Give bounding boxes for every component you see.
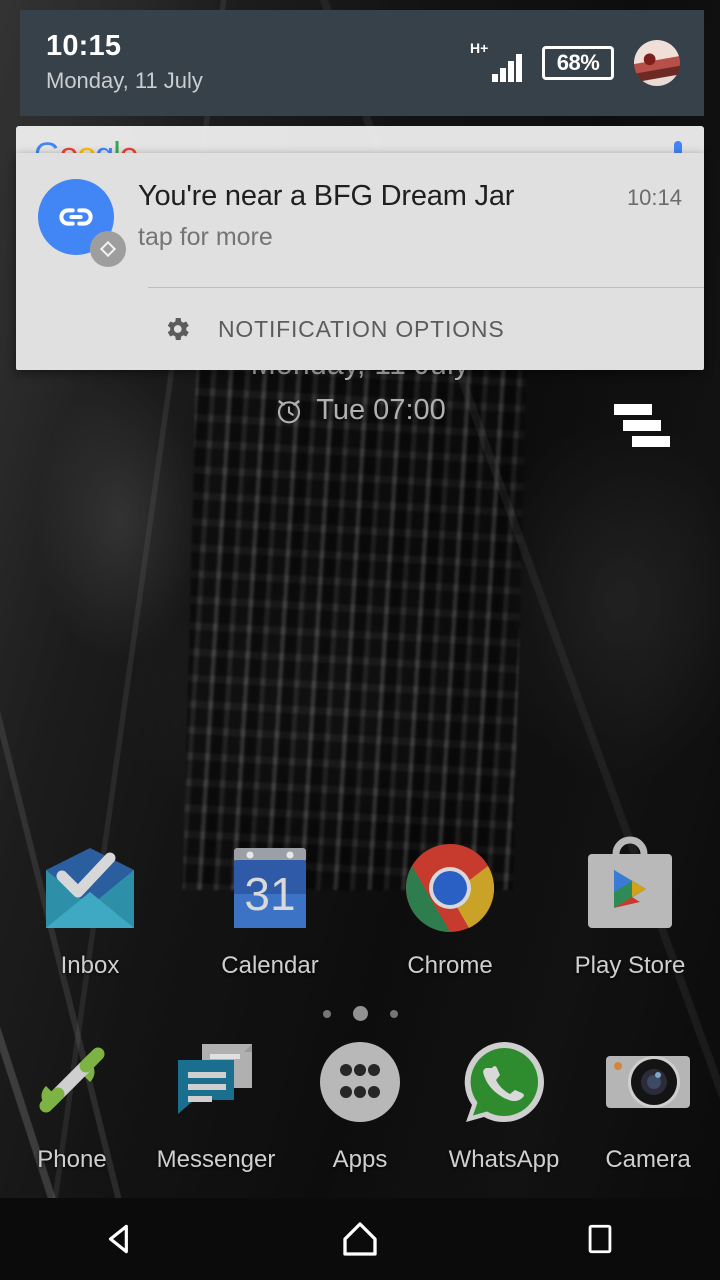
app-label: WhatsApp [448, 1146, 560, 1173]
notification-title-row: You're near a BFG Dream Jar 10:14 [138, 181, 682, 213]
calendar-day-number: 31 [244, 868, 295, 920]
app-label: Inbox [60, 952, 120, 979]
back-triangle-icon[interactable] [60, 1198, 180, 1280]
header-clock-group: 10:15 Monday, 11 July [46, 30, 203, 96]
network-type-label: H+ [470, 40, 489, 56]
android-home-screen: Google Monday, 11 July Tue 07:00 10:15 M… [0, 0, 720, 1280]
status-date: Monday, 11 July [46, 68, 203, 94]
app-inbox[interactable]: Inbox [0, 836, 180, 980]
status-header-bar: 10:15 Monday, 11 July H+ 68% [20, 10, 704, 116]
page-dot[interactable] [322, 1009, 331, 1018]
signal-strength-bars [492, 54, 522, 82]
app-label: Play Store [574, 952, 686, 979]
battery-percent-label: 68% [556, 50, 600, 75]
app-play-store[interactable]: Play Store [540, 836, 720, 980]
app-phone[interactable]: Phone [0, 1030, 144, 1174]
notification-card[interactable]: You're near a BFG Dream Jar 10:14 tap fo… [16, 153, 704, 370]
recents-square-icon[interactable] [540, 1198, 660, 1280]
home-app-row-1: Inbox 31 Calendar Chrome Play Store [0, 836, 720, 980]
app-calendar[interactable]: 31 Calendar [180, 836, 360, 980]
app-label: Messenger [156, 1146, 276, 1173]
app-label: Phone [37, 1146, 107, 1173]
page-dot-active[interactable] [352, 1006, 368, 1021]
navigation-bar [0, 1198, 720, 1280]
status-icons-group: H+ 68% [470, 40, 680, 86]
chrome-app-icon [398, 836, 502, 940]
diamond-badge-icon [90, 231, 126, 267]
app-whatsapp[interactable]: WhatsApp [432, 1030, 576, 1174]
app-label: Calendar [221, 952, 319, 979]
all-apps-icon [308, 1030, 412, 1134]
notification-options-label: NOTIFICATION OPTIONS [218, 315, 505, 342]
notification-timestamp: 10:14 [626, 185, 682, 210]
app-label: Camera [605, 1146, 691, 1173]
camera-app-icon [596, 1030, 700, 1134]
messenger-app-icon [164, 1030, 268, 1134]
notification-title: You're near a BFG Dream Jar [138, 181, 515, 212]
phone-app-icon [20, 1030, 124, 1134]
calendar-app-icon: 31 [218, 836, 322, 940]
home-dock-row: Phone Messenger Apps WhatsApp Camera [0, 1030, 720, 1174]
app-label: Apps [332, 1146, 388, 1173]
notification-text-group: You're near a BFG Dream Jar 10:14 tap fo… [128, 179, 682, 255]
app-label: Chrome [407, 952, 493, 979]
whatsapp-app-icon [452, 1030, 556, 1134]
notification-content[interactable]: You're near a BFG Dream Jar 10:14 tap fo… [16, 153, 704, 267]
page-indicator [0, 1006, 720, 1021]
signal-bars-icon: H+ [470, 40, 522, 84]
app-messenger[interactable]: Messenger [144, 1030, 288, 1174]
home-icon[interactable] [300, 1198, 420, 1280]
page-dot[interactable] [389, 1009, 398, 1018]
notification-subtitle: tap for more [138, 222, 273, 251]
gear-icon [167, 318, 189, 340]
status-time: 10:15 [46, 30, 122, 63]
notification-icon-group [38, 179, 128, 267]
app-all-apps[interactable]: Apps [288, 1030, 432, 1174]
app-camera[interactable]: Camera [576, 1030, 720, 1174]
battery-body: 68% [542, 46, 614, 80]
inbox-app-icon [38, 836, 142, 940]
battery-icon: 68% [542, 46, 614, 80]
app-chrome[interactable]: Chrome [360, 836, 540, 980]
user-avatar[interactable] [634, 40, 680, 86]
play-store-app-icon [578, 836, 682, 940]
notification-options-button[interactable]: NOTIFICATION OPTIONS [16, 288, 704, 370]
